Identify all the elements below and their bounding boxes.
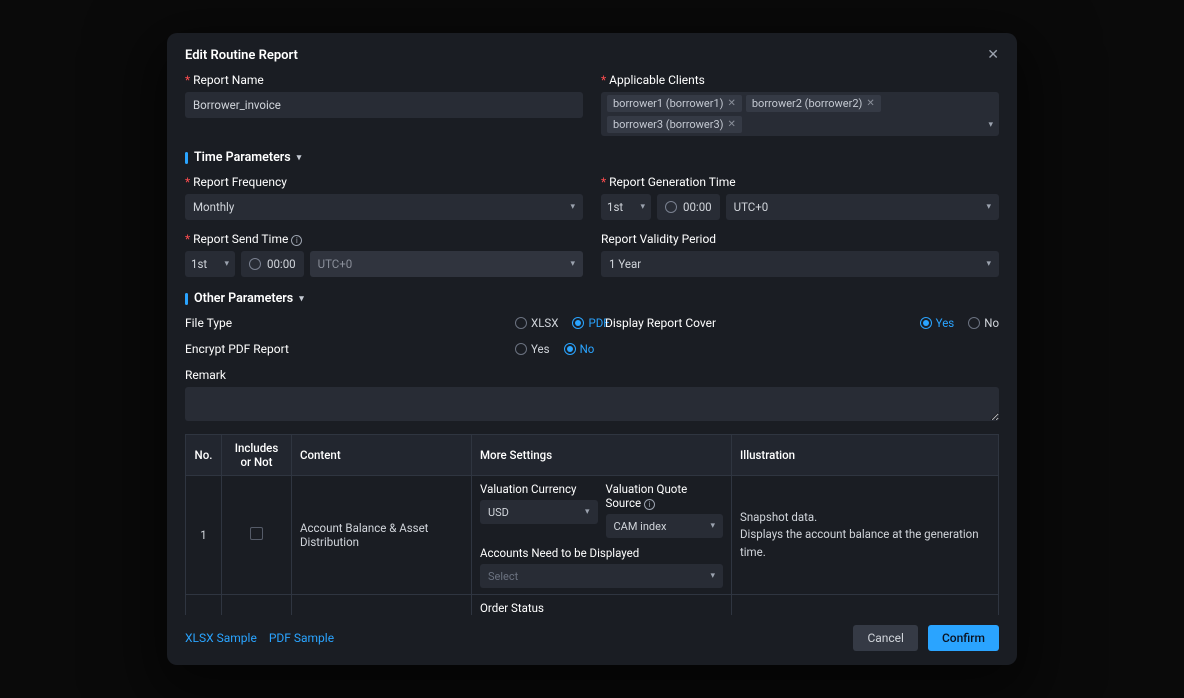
send-tz-select-disabled: UTC+0▾ bbox=[310, 251, 583, 277]
remark-textarea[interactable] bbox=[185, 387, 999, 421]
accounts-select[interactable]: Select▾ bbox=[480, 564, 723, 588]
cover-no-radio[interactable]: No bbox=[968, 316, 999, 330]
chevron-down-icon: ▾ bbox=[988, 120, 993, 130]
encrypt-no-radio[interactable]: No bbox=[564, 342, 595, 356]
send-day-select[interactable]: 1st▾ bbox=[185, 251, 235, 277]
time-parameters-section[interactable]: Time Parameters ▾ bbox=[185, 150, 999, 165]
info-icon[interactable]: i bbox=[644, 499, 655, 510]
chevron-down-icon: ▾ bbox=[710, 571, 715, 581]
xlsx-sample-link[interactable]: XLSX Sample bbox=[185, 631, 257, 645]
encrypt-label: Encrypt PDF Report bbox=[185, 342, 515, 356]
chevron-down-icon: ▾ bbox=[299, 294, 304, 304]
report-validity-label: Report Validity Period bbox=[601, 232, 999, 246]
chevron-down-icon: ▾ bbox=[710, 521, 715, 531]
xlsx-radio[interactable]: XLSX bbox=[515, 316, 558, 330]
tag-remove-icon[interactable]: ✕ bbox=[727, 119, 735, 130]
order-status-label: Order Status bbox=[480, 601, 723, 615]
client-tag: borrower3 (borrower3)✕ bbox=[607, 116, 742, 133]
chevron-down-icon: ▾ bbox=[640, 202, 645, 212]
encrypt-yes-radio[interactable]: Yes bbox=[515, 342, 550, 356]
table-row: 1 Account Balance & Asset Distribution V… bbox=[186, 476, 999, 595]
report-send-time-label: Report Send Timei bbox=[185, 232, 583, 246]
col-no: No. bbox=[186, 435, 222, 476]
chevron-down-icon: ▾ bbox=[297, 153, 302, 163]
gen-tz-select[interactable]: UTC+0▾ bbox=[726, 194, 999, 220]
valuation-currency-label: Valuation Currency bbox=[480, 482, 598, 496]
file-type-label: File Type bbox=[185, 316, 515, 330]
close-icon[interactable]: ✕ bbox=[987, 47, 999, 63]
report-frequency-label: Report Frequency bbox=[185, 175, 583, 189]
chevron-down-icon: ▾ bbox=[986, 202, 991, 212]
report-frequency-select[interactable]: Monthly ▾ bbox=[185, 194, 583, 220]
chevron-down-icon: ▾ bbox=[224, 259, 229, 269]
modal-body: Report Name Applicable Clients borrower1… bbox=[167, 73, 1017, 615]
cancel-button[interactable]: Cancel bbox=[853, 625, 918, 651]
edit-routine-report-modal: Edit Routine Report ✕ Report Name Applic… bbox=[167, 33, 1017, 665]
cover-yes-radio[interactable]: Yes bbox=[920, 316, 955, 330]
send-time-input[interactable]: 00:00 bbox=[241, 251, 304, 277]
client-tag: borrower2 (borrower2)✕ bbox=[746, 95, 881, 112]
modal-title: Edit Routine Report bbox=[185, 48, 298, 63]
quote-source-select[interactable]: CAM index▾ bbox=[606, 514, 724, 538]
tag-remove-icon[interactable]: ✕ bbox=[727, 98, 735, 109]
other-parameters-section[interactable]: Other Parameters ▾ bbox=[185, 291, 999, 306]
clock-icon bbox=[249, 258, 261, 270]
col-more: More Settings bbox=[472, 435, 732, 476]
chevron-down-icon: ▾ bbox=[585, 507, 590, 517]
table-row: 2 Deposit Orders Order Status Ongoing✕ E… bbox=[186, 595, 999, 616]
valuation-currency-select[interactable]: USD▾ bbox=[480, 500, 598, 524]
chevron-down-icon: ▾ bbox=[570, 202, 575, 212]
row-no: 2 bbox=[186, 595, 222, 616]
report-name-label: Report Name bbox=[185, 73, 583, 87]
chevron-down-icon: ▾ bbox=[570, 259, 575, 269]
row-content: Account Balance & Asset Distribution bbox=[292, 476, 472, 595]
modal-footer: XLSX Sample PDF Sample Cancel Confirm bbox=[167, 615, 1017, 665]
content-table: No. Includes or Not Content More Setting… bbox=[185, 434, 999, 615]
report-generation-time-label: Report Generation Time bbox=[601, 175, 999, 189]
row-content: Deposit Orders bbox=[292, 595, 472, 616]
display-cover-label: Display Report Cover bbox=[605, 316, 755, 330]
gen-day-select[interactable]: 1st▾ bbox=[601, 194, 651, 220]
applicable-clients-select[interactable]: borrower1 (borrower1)✕ borrower2 (borrow… bbox=[601, 92, 999, 136]
client-tag: borrower1 (borrower1)✕ bbox=[607, 95, 742, 112]
remark-label: Remark bbox=[185, 368, 999, 382]
col-content: Content bbox=[292, 435, 472, 476]
col-illus: Illustration bbox=[732, 435, 999, 476]
info-icon[interactable]: i bbox=[291, 235, 302, 246]
row-illustration: Snapshot data. Including the orders whic… bbox=[732, 595, 999, 616]
modal-header: Edit Routine Report ✕ bbox=[167, 33, 1017, 73]
applicable-clients-label: Applicable Clients bbox=[601, 73, 999, 87]
report-name-input[interactable] bbox=[185, 92, 583, 118]
gen-time-input[interactable]: 00:00 bbox=[657, 194, 720, 220]
quote-source-label: Valuation Quote Sourcei bbox=[606, 482, 724, 510]
row-illustration: Snapshot data. Displays the account bala… bbox=[732, 476, 999, 595]
chevron-down-icon: ▾ bbox=[986, 259, 991, 269]
row-no: 1 bbox=[186, 476, 222, 595]
clock-icon bbox=[665, 201, 677, 213]
pdf-sample-link[interactable]: PDF Sample bbox=[269, 631, 334, 645]
include-checkbox[interactable] bbox=[250, 527, 263, 540]
accounts-displayed-label: Accounts Need to be Displayed bbox=[480, 546, 723, 560]
col-includes: Includes or Not bbox=[222, 435, 292, 476]
confirm-button[interactable]: Confirm bbox=[928, 625, 999, 651]
report-validity-select[interactable]: 1 Year ▾ bbox=[601, 251, 999, 277]
tag-remove-icon[interactable]: ✕ bbox=[866, 98, 874, 109]
